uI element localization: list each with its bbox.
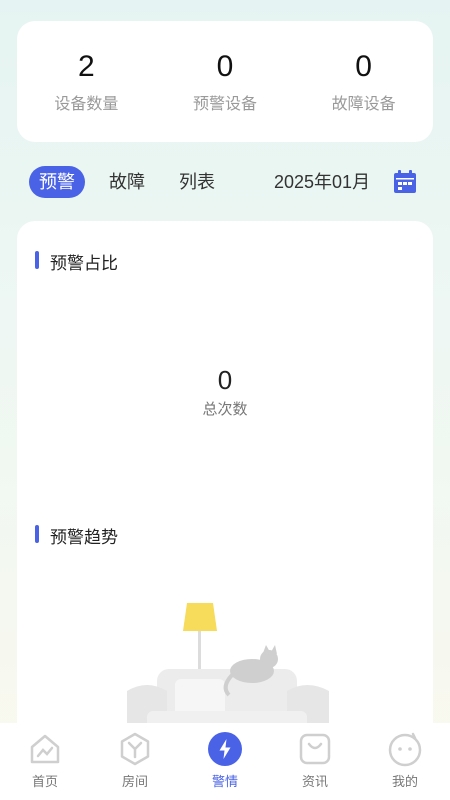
calendar-icon[interactable] — [393, 170, 417, 194]
home-icon — [30, 734, 60, 764]
stat-device-count[interactable]: 2 设备数量 — [21, 50, 151, 114]
tab-bar: 预警 故障 列表 2025年01月 — [29, 166, 421, 198]
tab-fault[interactable]: 故障 — [109, 166, 145, 198]
nav-profile[interactable]: 我的 — [360, 723, 450, 800]
stat-value: 0 — [355, 49, 372, 83]
month-selector[interactable]: 2025年01月 — [274, 166, 370, 198]
stats-card: 2 设备数量 0 预警设备 0 故障设备 — [17, 21, 433, 142]
nav-label-room: 房间 — [121, 774, 148, 789]
stat-label: 故障设备 — [331, 95, 396, 113]
stat-fault-devices[interactable]: 0 故障设备 — [299, 50, 429, 114]
stat-value: 0 — [216, 49, 234, 83]
nav-label-home: 首页 — [31, 774, 58, 789]
stat-warning-devices[interactable]: 0 预警设备 — [160, 50, 290, 114]
lamp-shade — [183, 603, 217, 631]
nav-alerts[interactable]: 警情 — [180, 723, 270, 800]
nav-room[interactable]: 房间 — [90, 723, 180, 800]
nav-label-alerts: 警情 — [211, 774, 238, 789]
stat-label: 预警设备 — [192, 95, 257, 113]
nav-home[interactable]: 首页 — [0, 723, 90, 800]
nav-news[interactable]: 资讯 — [270, 723, 360, 800]
section-title-ratio: 预警占比 — [35, 249, 118, 274]
nav-label-news: 资讯 — [301, 774, 328, 789]
nav-label-profile: 我的 — [391, 774, 418, 789]
total-summary: 0 总次数 — [17, 365, 433, 419]
statistics-card: 预警占比 0 总次数 预警趋势 — [17, 221, 433, 741]
alert-icon — [208, 732, 242, 766]
total-label: 总次数 — [202, 401, 248, 418]
total-count: 0 — [217, 365, 233, 395]
stat-value: 2 — [77, 49, 95, 83]
bottom-navigation: 首页 房间 警情 资讯 我的 — [0, 723, 450, 800]
room-icon — [120, 732, 150, 766]
tab-warning[interactable]: 预警 — [29, 166, 85, 198]
tab-list[interactable]: 列表 — [179, 166, 215, 198]
section-title-trend: 预警趋势 — [35, 523, 118, 548]
empty-state-illustration — [127, 603, 329, 741]
news-icon — [299, 733, 331, 765]
profile-icon — [388, 732, 422, 767]
stat-label: 设备数量 — [54, 95, 119, 113]
